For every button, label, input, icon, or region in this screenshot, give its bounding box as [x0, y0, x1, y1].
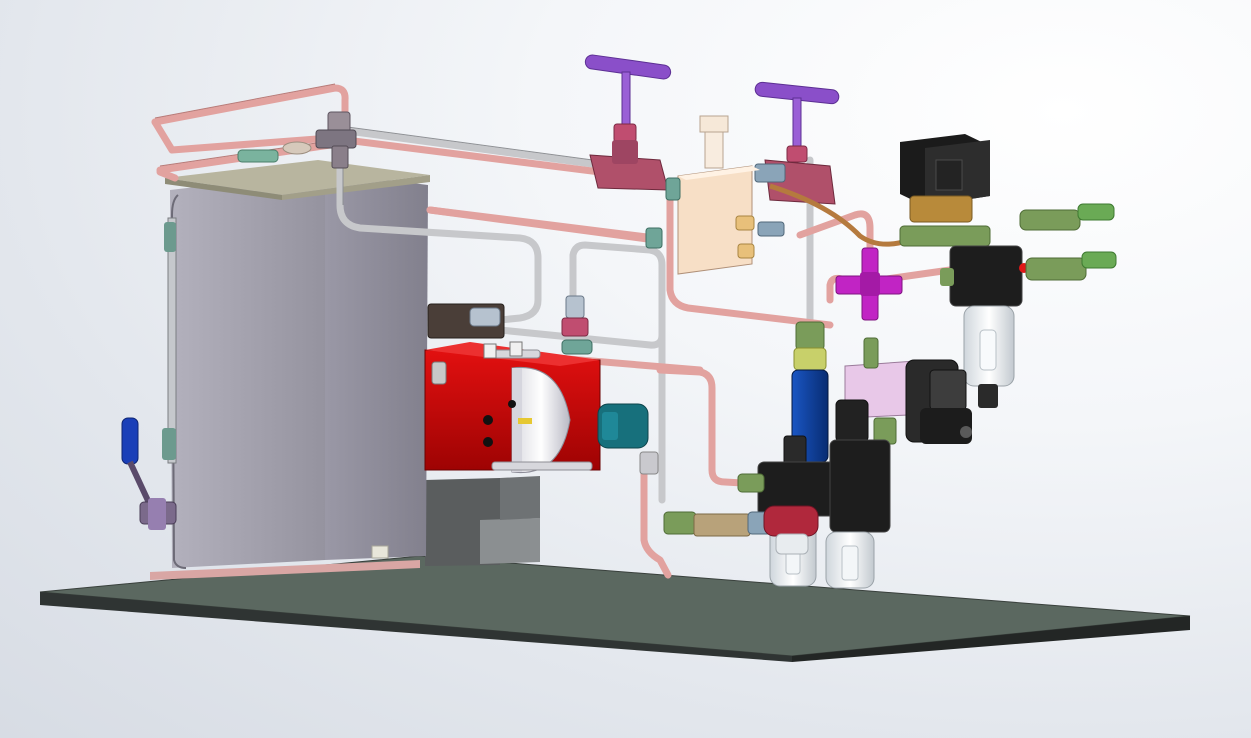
teal-air-motor [597, 403, 659, 475]
magenta-cross-fitting [835, 247, 903, 321]
assembly-render [39, 54, 1191, 662]
ball-valve-icon[interactable] [121, 417, 139, 465]
solenoid-valve-top[interactable] [899, 134, 1115, 247]
braided-hose [769, 183, 911, 247]
solenoid-valve-icon[interactable] [920, 408, 972, 444]
reservoir-tank[interactable] [150, 160, 430, 580]
manifold-block[interactable] [665, 115, 785, 275]
hose-barb-icon [1077, 203, 1115, 221]
solenoid-valve-icon[interactable] [935, 159, 963, 191]
needle-valve-left[interactable] [584, 54, 672, 191]
hose-barb-icon [1081, 251, 1117, 269]
bottom-fittings [663, 505, 819, 555]
needle-valve-right[interactable] [754, 81, 840, 205]
cad-viewport[interactable] [0, 0, 1251, 738]
pump-stand [425, 476, 540, 566]
